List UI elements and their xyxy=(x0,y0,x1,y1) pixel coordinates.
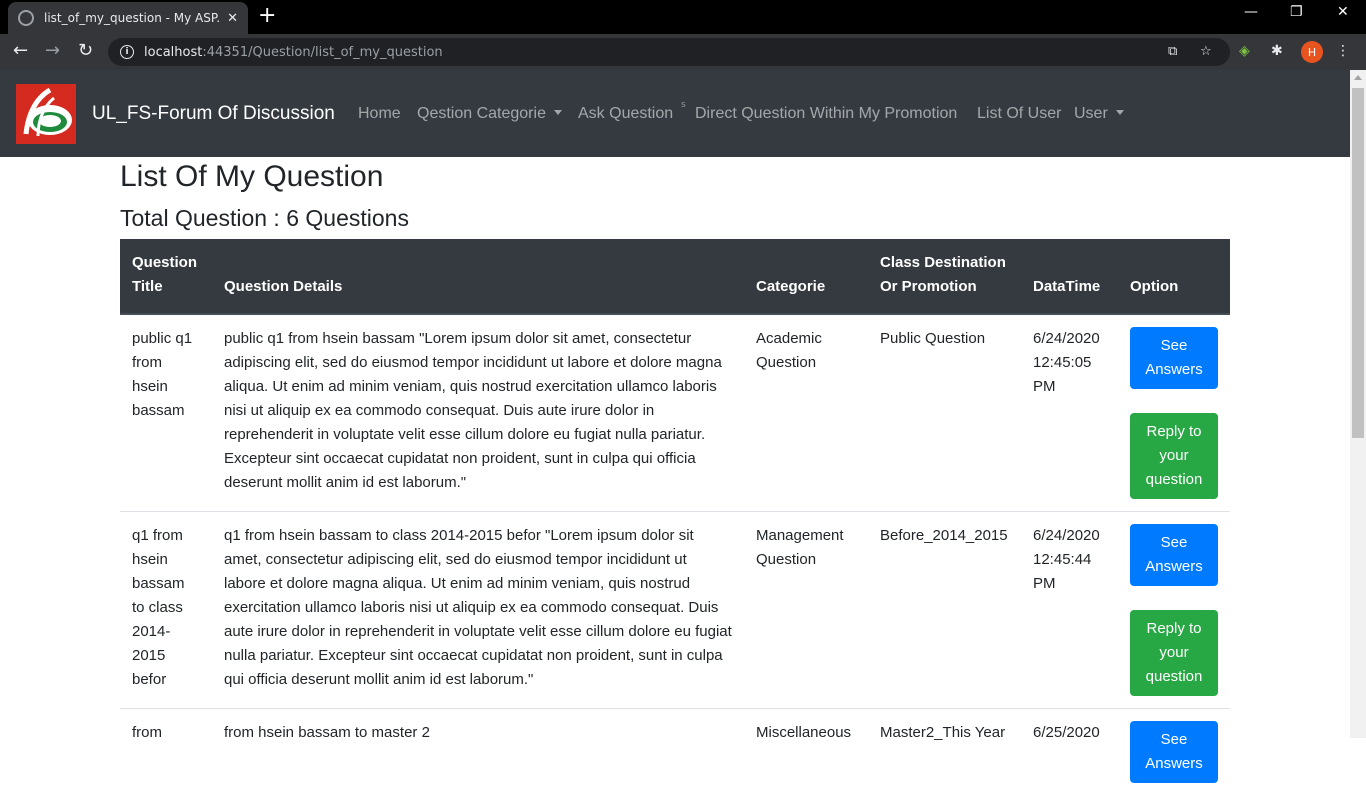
close-window-icon[interactable]: ✕ xyxy=(1337,4,1349,20)
header-question-title: Question Title xyxy=(120,239,212,314)
question-details-cell: from hsein bassam to master 2 xyxy=(212,709,744,795)
see-answers-button[interactable]: See Answers xyxy=(1130,327,1218,389)
option-cell: See Answers xyxy=(1118,709,1230,795)
address-bar[interactable]: i localhost:44351/Question/list_of_my_qu… xyxy=(108,38,1230,66)
question-details-cell: q1 from hsein bassam to class 2014-2015 … xyxy=(212,512,744,709)
site-logo[interactable] xyxy=(16,84,76,144)
page-scrollbar[interactable] xyxy=(1350,70,1366,738)
questions-table: Question Title Question Details Categori… xyxy=(120,239,1230,795)
header-categorie: Categorie xyxy=(744,239,868,314)
url-path: :44351/Question/list_of_my_question xyxy=(202,45,442,60)
scroll-up-icon[interactable] xyxy=(1354,75,1362,80)
nav-user-label: User xyxy=(1074,105,1108,122)
option-cell: See Answers Reply to your question xyxy=(1118,314,1230,512)
table-row: public q1 from hsein bassam public q1 fr… xyxy=(120,314,1230,512)
new-tab-icon[interactable]: + xyxy=(258,4,276,28)
table-row: q1 from hsein bassam to class 2014-2015 … xyxy=(120,512,1230,709)
minimize-icon[interactable]: — xyxy=(1244,4,1258,20)
question-title-cell: q1 from hsein bassam to class 2014-2015 … xyxy=(120,512,212,709)
site-navbar: UL_FS-Forum Of Discussion Home Qestion C… xyxy=(0,70,1350,157)
close-tab-icon[interactable]: ✕ xyxy=(227,11,238,26)
table-row: from from hsein bassam to master 2 Misce… xyxy=(120,709,1230,795)
scroll-thumb[interactable] xyxy=(1352,88,1364,438)
back-icon[interactable]: ← xyxy=(13,41,28,61)
header-class-destination: Class Destination Or Promotion xyxy=(868,239,1021,314)
datetime-cell: 6/24/2020 12:45:05 PM xyxy=(1021,314,1118,512)
browser-toolbar: ← → ↻ i localhost:44351/Question/list_of… xyxy=(0,34,1366,70)
nav-home[interactable]: Home xyxy=(358,105,401,123)
reply-question-button[interactable]: Reply to your question xyxy=(1130,413,1218,499)
extension-icon[interactable]: ◈ xyxy=(1239,43,1250,59)
categorie-cell: Management Question xyxy=(744,512,868,709)
chevron-down-icon xyxy=(554,110,562,115)
nav-question-categorie[interactable]: Qestion Categorie xyxy=(417,105,562,123)
url-host: localhost xyxy=(144,45,202,60)
table-header-row: Question Title Question Details Categori… xyxy=(120,239,1230,314)
question-title-cell: from xyxy=(120,709,212,795)
option-cell: See Answers Reply to your question xyxy=(1118,512,1230,709)
brand-title[interactable]: UL_FS-Forum Of Discussion xyxy=(92,103,335,125)
restore-icon[interactable]: ❐ xyxy=(1290,4,1303,20)
page-title: List Of My Question xyxy=(120,160,383,194)
question-title-cell: public q1 from hsein bassam xyxy=(120,314,212,512)
forward-icon[interactable]: → xyxy=(45,41,60,61)
datetime-cell: 6/24/2020 12:45:44 PM xyxy=(1021,512,1118,709)
menu-dots-icon[interactable]: ⋮ xyxy=(1336,43,1350,59)
see-answers-button[interactable]: See Answers xyxy=(1130,721,1218,783)
datetime-cell: 6/25/2020 xyxy=(1021,709,1118,795)
globe-icon xyxy=(18,10,34,26)
browser-tab-title: list_of_my_question - My ASP.NE xyxy=(44,11,219,25)
page-subtitle: Total Question : 6 Questions xyxy=(120,205,409,232)
nav-superscript: s xyxy=(681,100,686,110)
nav-user[interactable]: User xyxy=(1074,105,1124,123)
chevron-down-icon xyxy=(1116,110,1124,115)
see-answers-button[interactable]: See Answers xyxy=(1130,524,1218,586)
nav-ask-question[interactable]: Ask Question xyxy=(578,105,673,123)
reply-question-button[interactable]: Reply to your question xyxy=(1130,610,1218,696)
profile-avatar[interactable]: H xyxy=(1301,41,1323,63)
header-option: Option xyxy=(1118,239,1230,314)
puzzle-icon[interactable]: ✱ xyxy=(1271,43,1283,59)
header-question-details: Question Details xyxy=(212,239,744,314)
site-info-icon[interactable]: i xyxy=(120,45,134,59)
bookmark-star-icon[interactable]: ☆ xyxy=(1200,44,1212,59)
browser-tab[interactable]: list_of_my_question - My ASP.NE ✕ xyxy=(8,2,248,34)
question-details-cell: public q1 from hsein bassam "Lorem ipsum… xyxy=(212,314,744,512)
nav-list-of-user[interactable]: List Of User xyxy=(977,105,1061,123)
nav-question-categorie-label: Qestion Categorie xyxy=(417,105,546,122)
translate-icon[interactable]: ⧉ xyxy=(1168,44,1177,59)
nav-direct-question[interactable]: Direct Question Within My Promotion xyxy=(695,105,957,123)
reload-icon[interactable]: ↻ xyxy=(78,41,93,61)
class-destination-cell: Public Question xyxy=(868,314,1021,512)
header-datetime: DataTime xyxy=(1021,239,1118,314)
categorie-cell: Academic Question xyxy=(744,314,868,512)
class-destination-cell: Master2_This Year xyxy=(868,709,1021,795)
browser-tab-strip: list_of_my_question - My ASP.NE ✕ + — ❐ … xyxy=(0,0,1366,34)
class-destination-cell: Before_2014_2015 xyxy=(868,512,1021,709)
categorie-cell: Miscellaneous xyxy=(744,709,868,795)
